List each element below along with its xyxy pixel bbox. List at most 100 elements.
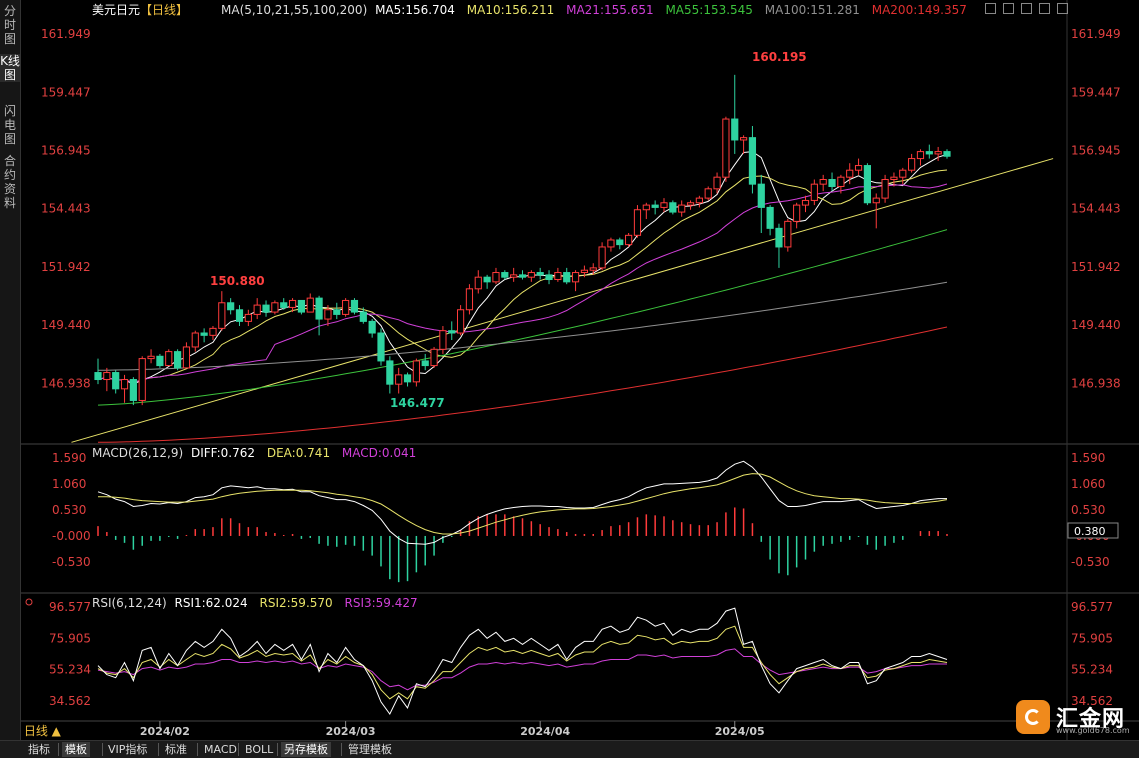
price-tick-right: 149.440 [1071,318,1121,332]
period-selector[interactable]: 日线 ▲ [20,722,92,740]
candle-body [625,234,633,246]
candle-body [156,355,164,367]
rsi-settings-icon[interactable] [25,598,33,606]
zoom-out-icon[interactable] [1021,3,1032,14]
view-sidebar: 分时图 K线图 闪电图 合约资料 [0,0,21,740]
support-trendline [71,158,1054,443]
candle-body [448,330,456,334]
candle-body [731,118,739,141]
tab-boll[interactable]: BOLL [242,742,276,757]
price-tick-right: 154.443 [1071,202,1121,216]
layout-icon[interactable] [1039,3,1050,14]
x-tick-label: 2024/04 [520,725,570,738]
ma-legend: MA(5,10,21,55,100,200) MA5:156.704 MA10:… [221,3,967,17]
rsi-tick-left: 55.234 [49,663,91,677]
candle-body [837,176,845,187]
trendline [71,158,1054,443]
tab-indicators[interactable]: 指标 [25,742,53,757]
candle-body [633,209,642,236]
candle-body [916,151,925,160]
macd-current-value: 0.380 [1074,525,1106,538]
candle-body [616,239,624,246]
rsi-tick-right: 75.905 [1071,631,1113,645]
candle-body [297,299,306,313]
candle-body [439,330,447,350]
candle-body [244,313,252,322]
candle-body [713,176,721,190]
x-tick-label: 2024/02 [140,725,190,738]
rsi-legend: RSI(6,12,24) RSI1:62.024 RSI2:59.570 RSI… [92,596,418,610]
macd-tick-right: 1.060 [1071,477,1105,491]
rsi-tick-right: 55.234 [1071,663,1113,677]
candle-body [660,202,668,208]
candle-body [607,239,615,248]
candle-body [757,183,765,208]
macd-tick-left: 1.060 [52,477,86,491]
tab-kline[interactable]: K线图 [0,54,20,82]
candle-body [775,227,783,248]
candle-body [271,302,279,313]
tab-save-template[interactable]: 另存模板 [281,742,331,757]
price-tick-left: 159.447 [41,85,91,99]
tab-manage-templates[interactable]: 管理模板 [345,742,395,757]
symbol-title: 美元日元【日线】 [92,3,188,17]
zoom-in-icon[interactable] [1003,3,1014,14]
tab-templates[interactable]: 模板 [62,742,90,757]
close-icon[interactable] [1057,3,1068,14]
tab-timeshare[interactable]: 分时图 [0,4,20,46]
candle-body [412,360,420,383]
ma-line-ma200 [97,326,948,443]
price-tick-right: 156.945 [1071,144,1121,158]
tab-flash-chart[interactable]: 闪电图 [0,104,20,146]
candle-body [138,358,146,401]
macd-tick-left: -0.530 [52,555,91,569]
candle-body [739,137,748,141]
candle-body [801,199,810,206]
candle-body [103,372,111,381]
tab-contract-info[interactable]: 合约资料 [0,154,20,210]
price-tick-left: 156.945 [41,144,91,158]
candle-body [863,165,872,204]
rsi-tick-right: 96.577 [1071,600,1113,614]
tab-standard[interactable]: 标准 [162,742,190,757]
candle-body [280,302,288,308]
tab-macd[interactable]: MACD [201,742,240,757]
candle-body [748,137,757,185]
candle-body [386,360,394,385]
candle-body [722,118,730,178]
candle-body [235,309,244,322]
candle-body [899,169,907,178]
macd-tick-left: -0.000 [52,529,91,543]
candle-body [456,309,465,334]
candle-body [112,372,120,390]
candle-body [571,272,580,283]
candle-body [377,332,385,362]
macd-tick-right: -0.530 [1071,555,1110,569]
candle-body [642,204,650,211]
candle-body [315,297,323,320]
logo-icon [1016,700,1050,734]
candle-body [518,274,527,278]
macd-tick-right: 1.590 [1071,451,1105,465]
price-tick-right: 146.938 [1071,376,1121,390]
ma-line-ma5 [97,151,948,385]
candle-body [678,204,686,213]
rsi3-line [97,648,947,691]
candle-body [474,276,482,290]
candle-body [182,346,191,369]
rsi-tick-left: 34.562 [49,694,91,708]
candle-body [510,274,518,278]
candle-body [943,151,951,157]
candle-body [262,304,270,313]
x-tick-label: 2024/03 [326,725,376,738]
fullscreen-icon[interactable] [985,3,996,14]
candle-body [306,297,314,313]
candle-body [430,348,438,367]
candlesticks [94,74,951,406]
candle-body [395,374,403,385]
chart-area[interactable]: 161.949 161.949 159.447 159.447 156.945 156.9… [21,0,1139,740]
axes: 161.949 161.949 159.447 159.447 156.945 156.9… [41,27,1121,738]
tab-vip-indicators[interactable]: VIP指标 [105,742,150,757]
candle-body [333,309,341,315]
macd-panel [97,460,948,583]
